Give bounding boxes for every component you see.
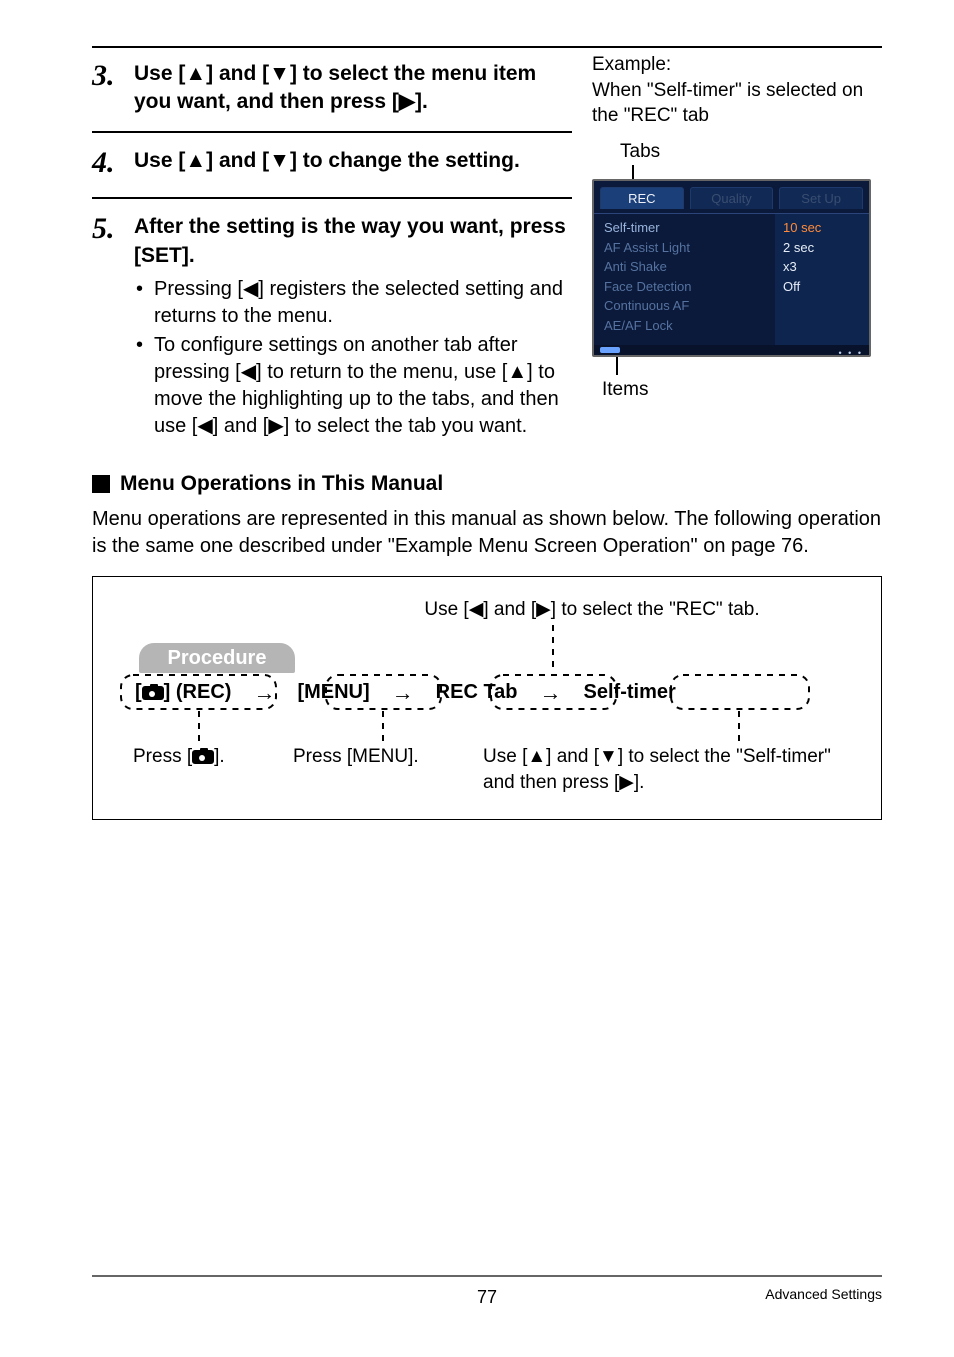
cam-menu-values: 10 sec 2 sec x3 Off [775,214,869,345]
right-triangle-icon: ▶ [399,90,415,113]
diagram-tip-top: Use [◀] and [▶] to select the "REC" tab. [321,597,863,623]
down-triangle-icon: ▼ [269,62,290,85]
up-triangle-icon: ▲ [185,62,206,85]
step-number-5: 5. [92,212,115,245]
cam-tab-setup: Set Up [779,187,863,210]
step-number-3: 3. [92,59,115,92]
diagram-tip-1: Press []. [111,744,273,795]
camera-icon [192,750,214,764]
left-triangle-icon: ◀ [469,599,484,620]
up-triangle-icon: ▲ [185,149,206,172]
right-triangle-icon: ▶ [268,415,283,437]
footer-section-label: Advanced Settings [765,1285,882,1304]
left-triangle-icon: ◀ [241,361,256,383]
cam-item-continuous-af: Continuous AF [604,296,767,316]
cam-val-x3: x3 [783,257,861,277]
cam-item-face-detection: Face Detection [604,277,767,297]
down-triangle-icon: ▼ [599,746,618,767]
cam-item-anti-shake: Anti Shake [604,257,767,277]
section-intro: Menu operations are represented in this … [92,506,882,560]
cam-tab-quality: Quality [690,187,774,210]
tabs-callout-label: Tabs [620,139,882,165]
page-footer: 77 Advanced Settings [92,1275,882,1309]
up-triangle-icon: ▲ [507,361,527,383]
camera-icon [142,686,164,700]
left-column: 3. Use [▲] and [▼] to select the menu it… [92,52,572,450]
cam-val-2sec: 2 sec [783,238,861,258]
example-label-1: Example: [592,52,882,78]
step-4: 4. Use [▲] and [▼] to change the setting… [92,139,572,192]
page-number: 77 [92,1285,882,1309]
arrow-right-icon: → [540,678,562,708]
procedure-diagram: Use [◀] and [▶] to select the "REC" tab. [92,576,882,820]
diagram-tip-3: Use [▲] and [▼] to select the "Self-time… [483,744,863,795]
section-heading-text: Menu Operations in This Manual [120,470,443,498]
step-5: 5. After the setting is the way you want… [92,205,572,450]
arrow-right-icon: → [253,678,275,708]
left-triangle-icon: ◀ [197,415,212,437]
left-triangle-icon: ◀ [243,278,258,300]
step-5-title: After the setting is the way you want, p… [134,213,572,270]
step-number-4: 4. [92,146,115,179]
step-4-title: Use [▲] and [▼] to change the setting. [134,149,520,172]
flow-menu: [MENU] [289,677,377,708]
diagram-tip-2: Press [MENU]. [293,744,463,795]
flow-self-timer: Self-timer [576,677,684,708]
square-bullet-icon [92,475,110,493]
cam-menu-items: Self-timer AF Assist Light Anti Shake Fa… [594,214,775,345]
down-triangle-icon: ▼ [269,149,290,172]
right-triangle-icon: ▶ [536,599,551,620]
step-3-title: Use [▲] and [▼] to select the menu item … [134,62,536,113]
right-column: Example: When "Self-timer" is selected o… [592,52,882,450]
cam-scrollbar: • • • [594,345,869,355]
procedure-flow-row: [] (REC) → [MENU] → REC Tab → Self-timer [111,625,863,708]
up-triangle-icon: ▲ [527,746,546,767]
tabs-callout-line [632,165,634,179]
items-callout-line [616,357,618,375]
cam-item-af-assist: AF Assist Light [604,238,767,258]
cam-item-aeaf-lock: AE/AF Lock [604,316,767,336]
camera-menu-screenshot: REC Quality Set Up Self-timer AF Assist … [592,179,871,358]
items-callout-label: Items [602,377,882,403]
cam-item-self-timer: Self-timer [604,218,767,238]
step-3: 3. Use [▲] and [▼] to select the menu it… [92,52,572,125]
arrow-right-icon: → [392,678,414,708]
example-label-2: When "Self-timer" is selected on the "RE… [592,78,882,129]
step-5-bullet-2: • To configure settings on another tab a… [136,332,572,440]
cam-val-10sec: 10 sec [783,218,861,238]
flow-rec-tab: REC Tab [428,677,526,708]
flow-rec: [] (REC) [127,677,239,708]
cam-val-off: Off [783,277,861,297]
section-heading: Menu Operations in This Manual [92,470,882,498]
right-triangle-icon: ▶ [619,772,634,793]
cam-tab-rec: REC [600,187,684,210]
step-5-bullet-1: • Pressing [◀] registers the selected se… [136,276,572,330]
